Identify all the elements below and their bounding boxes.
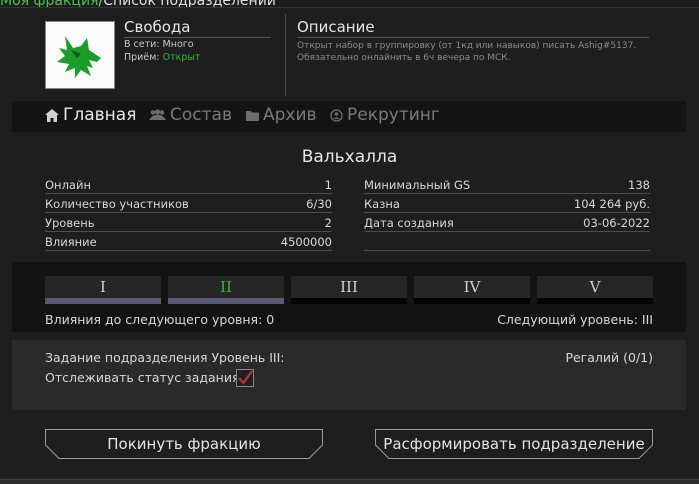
level-tier-4: IV [414,276,530,304]
division-title: Вальхалла [301,147,398,167]
recruit-value: Открыт [162,52,201,63]
stat-label: Онлайн [45,178,91,192]
track-task-checkbox[interactable] [236,369,254,387]
stat-row-level: Уровень 2 [45,214,332,232]
tab-main-label: Главная [63,105,137,125]
track-task-label: Отслеживать статус задания: [45,370,244,385]
leave-faction-button[interactable]: Покинуть фракцию [45,429,323,459]
tab-archive[interactable]: Архив [246,105,317,125]
next-level: Следующий уровень: III [497,312,653,327]
wolf-emblem-icon [57,36,101,78]
stat-label: Влияние [45,235,97,249]
online-status: В сети: Много [124,39,194,50]
level-tier-5: V [537,276,653,304]
stat-row-min-gs: Минимальный GS 138 [364,176,650,194]
faction-name: Свобода [124,18,191,36]
tab-recruiting-label: Рекрутинг [347,105,440,125]
stat-value: 6/30 [306,197,332,211]
recruit-icon [330,108,343,122]
stat-row-created: Дата создания 03-06-2022 [364,214,650,232]
checkmark-icon [238,370,253,385]
tab-recruiting[interactable]: Рекрутинг [330,105,440,125]
level-tier-3: III [291,276,407,304]
tab-members[interactable]: Состав [149,105,232,125]
online-label: В сети: [124,39,160,50]
tab-archive-label: Архив [263,105,317,125]
stat-value: 2 [324,216,332,230]
stat-row-empty [364,233,650,251]
bottom-divider [0,479,699,484]
tab-members-label: Состав [170,105,232,125]
leave-faction-label: Покинуть фракцию [107,435,261,453]
regalia-count: Регалий (0/1) [565,350,653,365]
top-divider [0,7,699,8]
tab-main[interactable]: Главная [45,105,136,125]
disband-division-label: Расформировать подразделение [383,435,645,453]
level-tier-1: I [45,276,161,304]
stat-value: 1 [324,178,332,192]
stat-value: 03-06-2022 [583,216,650,230]
header-separator [285,14,286,96]
faction-emblem [45,21,115,89]
stat-row-influence: Влияние 4500000 [45,233,332,251]
influence-to-next-level: Влияния до следующего уровня: 0 [45,312,275,327]
stat-value: 4500000 [280,235,332,249]
folder-icon [246,110,259,121]
stat-row-members: Количество участников 6/30 [45,195,332,213]
description-underline [297,37,649,38]
stat-label: Количество участников [45,197,189,211]
stat-label: Казна [364,197,400,211]
users-icon [149,109,166,120]
online-value: Много [162,39,194,50]
description-text: Открыт набор в группировку (от 1кд или н… [297,41,637,63]
recruit-label: Приём: [124,52,160,63]
stat-label: Уровень [45,216,95,230]
description-title: Описание [297,18,375,36]
faction-name-underline [124,37,271,38]
stat-label: Дата создания [364,216,454,230]
stat-row-treasury: Казна 104 264 руб. [364,195,650,213]
stat-value: 138 [628,178,650,192]
task-title: Задание подразделения Уровень III: [45,350,285,365]
stat-label: Минимальный GS [364,178,471,192]
disband-division-button[interactable]: Расформировать подразделение [375,429,653,459]
recruit-status: Приём: Открыт [124,52,200,63]
level-tier-2: II [168,276,284,304]
home-icon [45,108,59,122]
stat-row-online: Онлайн 1 [45,176,332,194]
stat-value: 104 264 руб. [573,197,650,211]
